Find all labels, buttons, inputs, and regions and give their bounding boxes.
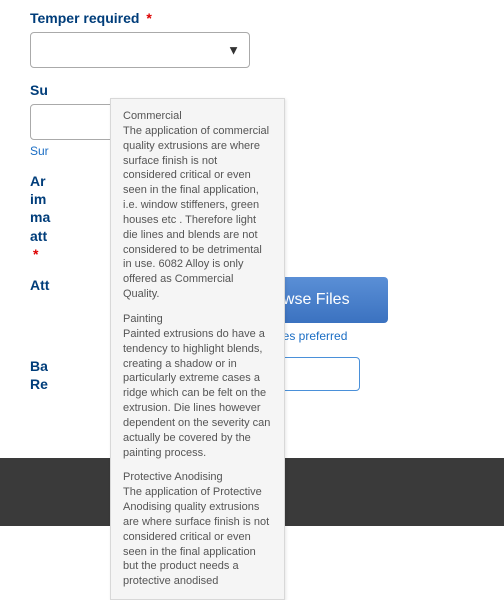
attach-label: Att: [30, 277, 49, 293]
bottom-label-part2: Re: [30, 376, 48, 392]
important-label-part1: Ar: [30, 173, 46, 189]
tooltip-painting: Painting Painted extrusions do have a te…: [123, 312, 272, 460]
temper-label-text: Temper required: [30, 10, 139, 26]
required-asterisk: *: [33, 246, 38, 262]
temper-group: Temper required * ▼: [30, 10, 474, 68]
tooltip-popup: Commercial The application of commercial…: [110, 98, 285, 600]
tooltip-anodising-title: Protective Anodising: [123, 471, 223, 483]
temper-label: Temper required *: [30, 10, 474, 26]
important-label-part4: att: [30, 228, 47, 244]
important-label-part3: ma: [30, 209, 50, 225]
tooltip-commercial-body: The application of commercial quality ex…: [123, 125, 269, 300]
required-asterisk: *: [146, 10, 151, 26]
temper-select[interactable]: [30, 32, 250, 68]
tooltip-painting-body: Painted extrusions do have a tendency to…: [123, 328, 270, 459]
bottom-label-part1: Ba: [30, 358, 48, 374]
tooltip-commercial: Commercial The application of commercial…: [123, 109, 272, 302]
important-label-part2: im: [30, 191, 46, 207]
temper-select-wrapper: ▼: [30, 32, 250, 68]
tooltip-anodising-body: The application of Protective Anodising …: [123, 486, 269, 587]
tooltip-painting-title: Painting: [123, 313, 163, 325]
surface-label-text: Su: [30, 82, 48, 98]
tooltip-commercial-title: Commercial: [123, 110, 182, 122]
tooltip-anodising: Protective Anodising The application of …: [123, 470, 272, 589]
surface-label: Su: [30, 82, 474, 98]
